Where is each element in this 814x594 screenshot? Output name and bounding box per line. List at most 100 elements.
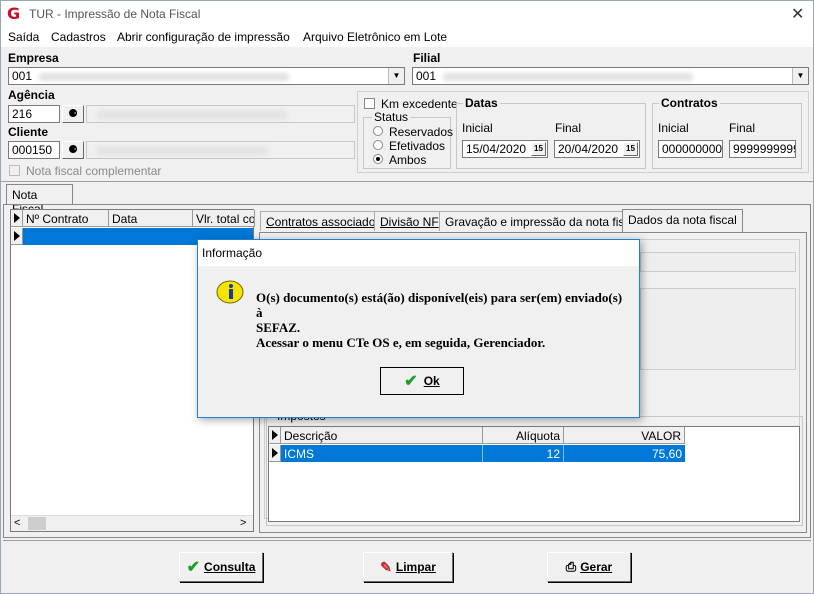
radio-efetivados-label: Efetivados bbox=[389, 139, 446, 153]
agencia-input[interactable]: 216 bbox=[8, 105, 60, 123]
data-inicial-value: 15/04/2020 bbox=[466, 142, 527, 156]
calendar-icon[interactable]: 15 bbox=[623, 142, 638, 156]
grid-corner bbox=[269, 427, 281, 444]
binoculars-icon[interactable]: ⚈ bbox=[62, 105, 84, 123]
tab-divisao-nf[interactable]: Divisão NF bbox=[374, 211, 445, 231]
table-row[interactable]: ICMS 12 75,60 bbox=[281, 445, 685, 462]
contrato-final-input[interactable]: 9999999999 bbox=[729, 140, 796, 158]
datas-group: Datas bbox=[456, 96, 646, 169]
nf-complementar-label: Nota fiscal complementar bbox=[26, 164, 162, 178]
data-inicial-input[interactable]: 15/04/2020 15 bbox=[462, 140, 548, 158]
tab-label: Contratos associados bbox=[266, 215, 382, 229]
redacted-text bbox=[97, 147, 267, 155]
gerar-label: Gerar bbox=[580, 560, 613, 574]
chevron-down-icon[interactable]: ▼ bbox=[388, 68, 404, 84]
window-title: TUR - Impressão de Nota Fiscal bbox=[29, 7, 201, 21]
eraser-icon: ✎ bbox=[380, 558, 392, 575]
horizontal-scrollbar[interactable]: < > bbox=[11, 515, 253, 531]
printer-icon: ⎙ bbox=[565, 559, 577, 574]
cliente-name-field bbox=[86, 141, 355, 159]
menu-abrir-configuracao[interactable]: Abrir configuração de impressão bbox=[117, 30, 290, 44]
col-aliquota[interactable]: Alíquota bbox=[483, 427, 564, 444]
col-vlr-total[interactable]: Vlr. total cor bbox=[193, 210, 255, 227]
tab-gravacao-impressao[interactable]: Gravação e impressão da nota fiscal bbox=[439, 211, 646, 231]
app-logo-icon: G bbox=[7, 4, 21, 23]
contratos-group: Contratos bbox=[652, 96, 802, 169]
grid-corner bbox=[11, 210, 23, 227]
gerar-button[interactable]: ⎙ Gerar bbox=[547, 552, 631, 582]
col-data[interactable]: Data bbox=[109, 210, 193, 227]
impostos-grid[interactable]: Descrição Alíquota VALOR ICMS 12 75,60 bbox=[268, 426, 800, 522]
tab-label: Divisão NF bbox=[380, 215, 439, 229]
radio-ambos-label: Ambos bbox=[389, 153, 427, 167]
tab-nota-fiscal[interactable]: Nota Fiscal bbox=[6, 184, 73, 216]
cliente-input[interactable]: 000150 bbox=[8, 141, 60, 159]
binoculars-icon[interactable]: ⚈ bbox=[62, 141, 84, 159]
menu-saida[interactable]: Saída bbox=[8, 30, 39, 44]
contratos-title: Contratos bbox=[659, 96, 720, 110]
check-icon: ✔ bbox=[186, 559, 201, 576]
cliente-value: 000150 bbox=[12, 143, 53, 157]
redacted-text bbox=[443, 73, 693, 81]
km-excedente-label: Km excedente bbox=[381, 97, 458, 111]
limpar-label: Limpar bbox=[395, 560, 436, 574]
cell-descricao: ICMS bbox=[281, 445, 483, 462]
contrato-final-value: 9999999999 bbox=[733, 142, 796, 156]
empresa-combo[interactable]: 001 ▼ bbox=[8, 67, 405, 85]
contrato-inicial-label: Inicial bbox=[658, 121, 689, 135]
col-valor[interactable]: VALOR bbox=[564, 427, 685, 444]
col-nr-contrato[interactable]: Nº Contrato bbox=[23, 210, 109, 227]
ok-button[interactable]: ✔ Ok bbox=[380, 367, 464, 395]
km-excedente-checkbox[interactable] bbox=[364, 98, 375, 109]
consulta-button[interactable]: ✔ Consulta bbox=[179, 552, 263, 582]
agencia-value: 216 bbox=[12, 107, 33, 121]
consulta-label: Consulta bbox=[204, 560, 256, 574]
radio-reservados[interactable] bbox=[373, 126, 383, 136]
calendar-icon[interactable]: 15 bbox=[531, 142, 546, 156]
check-icon: ✔ bbox=[404, 373, 418, 390]
status-title: Status bbox=[372, 110, 411, 124]
row-indicator bbox=[269, 445, 281, 462]
dialog-title: Informação bbox=[198, 240, 639, 266]
tab-dados-nota-fiscal[interactable]: Dados da nota fiscal bbox=[622, 209, 743, 233]
row-indicator bbox=[11, 228, 23, 245]
menu-cadastros[interactable]: Cadastros bbox=[51, 30, 106, 44]
radio-reservados-label: Reservados bbox=[389, 125, 454, 139]
col-descricao[interactable]: Descrição bbox=[281, 427, 483, 444]
info-box bbox=[640, 288, 796, 370]
title-bar: G TUR - Impressão de Nota Fiscal ✕ bbox=[1, 1, 813, 27]
nf-complementar-checkbox[interactable] bbox=[9, 165, 20, 176]
tab-label: Gravação e impressão da nota fiscal bbox=[445, 215, 640, 229]
radio-ambos[interactable] bbox=[373, 154, 383, 164]
scroll-right-icon[interactable]: > bbox=[240, 517, 246, 529]
radio-efetivados[interactable] bbox=[373, 140, 383, 150]
info-field bbox=[640, 252, 796, 272]
empresa-value: 001 bbox=[12, 69, 33, 83]
contrato-final-label: Final bbox=[729, 121, 756, 135]
tab-contratos-associados[interactable]: Contratos associados bbox=[260, 211, 388, 231]
chevron-down-icon[interactable]: ▼ bbox=[792, 68, 808, 84]
empresa-label: Empresa bbox=[8, 51, 59, 65]
scroll-thumb[interactable] bbox=[28, 517, 46, 530]
filial-label: Filial bbox=[413, 51, 441, 65]
agencia-label: Agência bbox=[8, 88, 55, 102]
filial-combo[interactable]: 001 ▼ bbox=[412, 67, 809, 85]
info-dialog: Informação O(s) documento(s) está(ão) di… bbox=[197, 239, 640, 418]
close-icon[interactable]: ✕ bbox=[791, 4, 804, 23]
data-final-input[interactable]: 20/04/2020 15 bbox=[554, 140, 640, 158]
data-final-label: Final bbox=[555, 121, 582, 135]
dialog-message-line1: O(s) documento(s) está(ão) disponível(ei… bbox=[256, 290, 623, 320]
info-icon bbox=[216, 280, 244, 304]
cliente-label: Cliente bbox=[8, 125, 49, 139]
data-final-value: 20/04/2020 bbox=[558, 142, 619, 156]
contrato-inicial-input[interactable]: 0000000001 bbox=[658, 140, 723, 158]
limpar-button[interactable]: ✎ Limpar bbox=[363, 552, 453, 582]
menu-arquivo-eletronico[interactable]: Arquivo Eletrônico em Lote bbox=[303, 30, 447, 44]
agencia-name-field bbox=[86, 105, 355, 123]
dialog-message-line2: SEFAZ. bbox=[256, 320, 301, 335]
tab-label: Dados da nota fiscal bbox=[628, 213, 737, 227]
datas-title: Datas bbox=[463, 96, 500, 110]
scroll-left-icon[interactable]: < bbox=[14, 517, 20, 529]
contrato-inicial-value: 0000000001 bbox=[662, 142, 723, 156]
cell-aliquota: 12 bbox=[483, 445, 564, 462]
